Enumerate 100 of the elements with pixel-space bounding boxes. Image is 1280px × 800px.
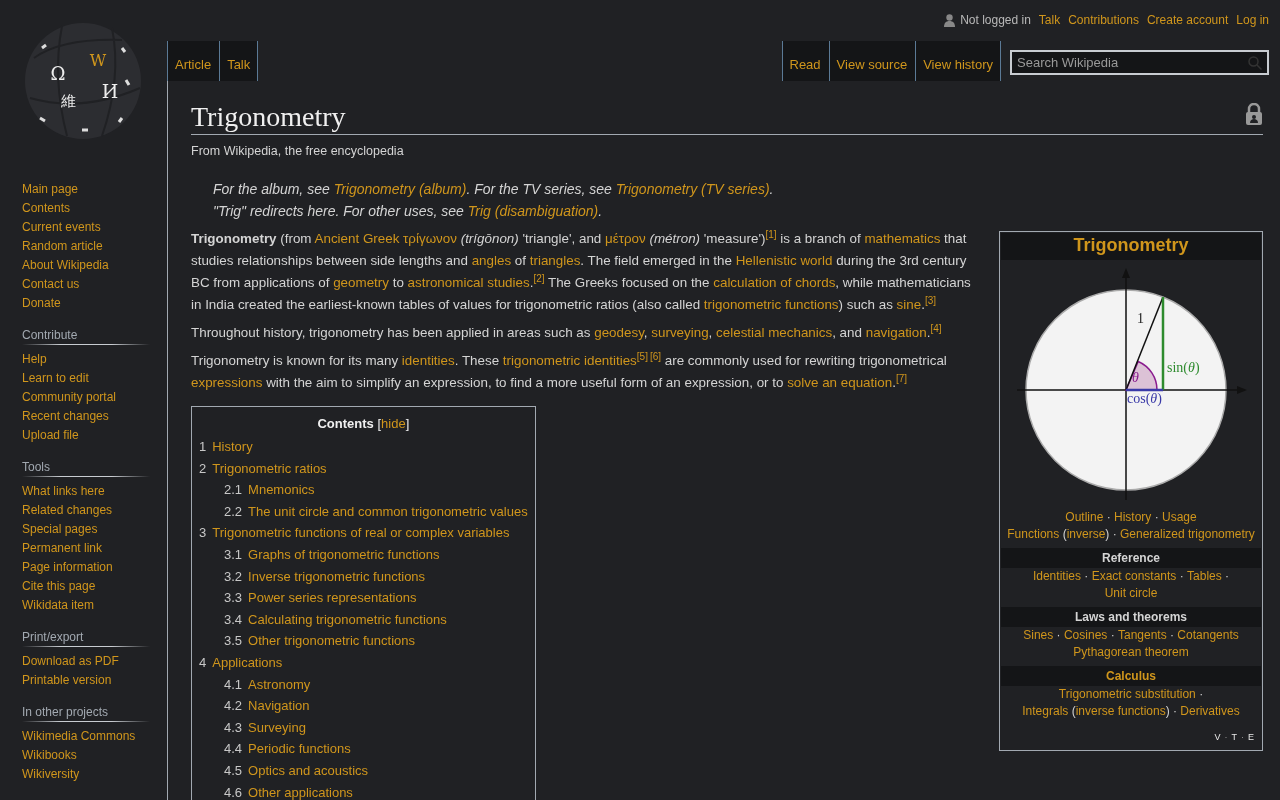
sidebar-link[interactable]: Download as PDF — [22, 652, 149, 671]
toggle-link[interactable]: [hide] — [377, 416, 410, 431]
sidebar-link[interactable]: Printable version — [22, 671, 149, 690]
search-field[interactable]: Search Wikipedia — [1010, 50, 1269, 75]
link[interactable]: Generalized trigonometry — [1120, 526, 1255, 543]
toc-entry[interactable]: 4 Applications — [199, 654, 283, 670]
page-tab[interactable]: Article — [167, 41, 220, 81]
view-tab[interactable]: View history — [915, 41, 1001, 81]
sidebar-link[interactable]: Permanent link — [22, 539, 149, 558]
link[interactable]: Trig (disambiguation) — [467, 203, 599, 219]
toc-entry[interactable]: 4.6 Other applications — [224, 784, 353, 800]
lock-icon[interactable] — [1245, 103, 1263, 125]
sidebar-link[interactable]: About Wikipedia — [22, 256, 149, 275]
personal-link[interactable]: Contributions — [1068, 13, 1139, 27]
link[interactable]: Pythagorean theorem — [1073, 644, 1189, 661]
reference-link[interactable]: [6] — [649, 350, 662, 362]
sidebar-link[interactable]: Help — [22, 350, 149, 369]
sidebar-link[interactable]: Current events — [22, 218, 149, 237]
link[interactable]: Cotangents — [1177, 627, 1239, 644]
view-tab[interactable]: View source — [828, 41, 916, 81]
link[interactable]: μέτρον — [605, 231, 646, 246]
toc-entry[interactable]: 3.5 Other trigonometric functions — [224, 633, 415, 649]
link[interactable]: Cosines — [1063, 627, 1108, 644]
toc-entry[interactable]: 1 History — [199, 439, 253, 454]
link[interactable]: Sines — [1023, 627, 1054, 644]
toc-entry[interactable]: 3.2 Inverse trigonometric functions — [224, 568, 426, 584]
toc-entry[interactable]: 3.4 Calculating trigonometric functions — [224, 611, 447, 627]
personal-link[interactable]: Log in — [1236, 13, 1269, 27]
navbox-link[interactable]: V — [1214, 732, 1222, 743]
sidebar-link[interactable]: Related changes — [22, 501, 149, 520]
link[interactable]: surveying — [651, 325, 709, 340]
link[interactable]: angles — [471, 253, 512, 268]
link[interactable]: Trigonometric substitution — [1058, 686, 1196, 703]
link[interactable]: Exact constants — [1091, 568, 1177, 585]
personal-link[interactable]: Talk — [1038, 13, 1061, 27]
navbox-link[interactable]: T — [1231, 732, 1238, 743]
reference-link[interactable]: [4] — [930, 322, 942, 334]
link[interactable]: Trigonometry (album) — [333, 181, 467, 197]
link[interactable]: inverse — [1066, 526, 1106, 543]
toc-entry[interactable]: 2.1 Mnemonics — [224, 482, 315, 498]
link[interactable]: identities — [401, 353, 455, 368]
link[interactable]: sine — [896, 297, 922, 312]
view-tab[interactable]: Read — [781, 41, 829, 81]
reference-link[interactable]: [5] — [636, 350, 648, 362]
toc-entry[interactable]: 4.4 Periodic functions — [224, 741, 351, 757]
sidebar-link[interactable]: Cite this page — [22, 577, 149, 596]
sidebar-link[interactable]: Contents — [22, 199, 149, 218]
sidebar-link[interactable]: Wikidata item — [22, 596, 149, 615]
sidebar-link[interactable]: Wikimedia Commons — [22, 727, 149, 746]
toc-entry[interactable]: 2.2 The unit circle and common trigonometric values — [224, 503, 528, 519]
link[interactable]: Integrals — [1022, 703, 1069, 720]
toc-entry[interactable]: 2 Trigonometric ratios — [199, 460, 327, 476]
toc-entry[interactable]: 4.5 Optics and acoustics — [224, 762, 369, 778]
sidebar-link[interactable]: Learn to edit — [22, 369, 149, 388]
link[interactable]: Usage — [1162, 509, 1197, 526]
toc-entry[interactable]: 3.3 Power series representations — [224, 590, 417, 606]
link[interactable]: History — [1114, 509, 1152, 526]
link[interactable]: Derivatives — [1180, 703, 1240, 720]
reference-link[interactable]: [3] — [924, 294, 937, 306]
link[interactable]: mathematics — [864, 231, 941, 246]
sidebar-link[interactable]: Donate — [22, 294, 149, 313]
toc-entry[interactable]: 4.2 Navigation — [224, 698, 310, 714]
sidebar-link[interactable]: Wikibooks — [22, 746, 149, 765]
link[interactable]: Unit circle — [1104, 585, 1158, 602]
link[interactable]: Hellenistic world — [735, 253, 833, 268]
link[interactable]: astronomical studies — [407, 275, 530, 290]
sidebar-link[interactable]: Upload file — [22, 426, 149, 445]
link[interactable]: trigonometric functions — [703, 297, 839, 312]
toc-entry[interactable]: 3.1 Graphs of trigonometric functions — [224, 546, 440, 562]
navbox-link[interactable]: E — [1248, 732, 1255, 743]
link[interactable]: trigonometric identities — [502, 353, 637, 368]
link[interactable]: Identities — [1032, 568, 1081, 585]
toc-entry[interactable]: 4.3 Surveying — [224, 719, 306, 735]
reference-link[interactable]: [2] — [533, 272, 545, 284]
link[interactable]: expressions — [191, 375, 263, 390]
sidebar-link[interactable]: Contact us — [22, 275, 149, 294]
link[interactable]: inverse functions — [1075, 703, 1166, 720]
link[interactable]: Trigonometry (TV series) — [615, 181, 770, 197]
reference-link[interactable]: [1] — [765, 228, 777, 240]
page-tab[interactable]: Talk — [219, 41, 259, 81]
personal-link[interactable]: Create account — [1146, 13, 1229, 27]
link[interactable]: Tangents — [1118, 627, 1167, 644]
link[interactable]: Tables — [1187, 568, 1222, 585]
link[interactable]: Ancient Greek τρίγωνον — [314, 231, 457, 246]
infobox-heading[interactable]: Calculus — [1001, 666, 1261, 686]
sidebar-link[interactable]: What links here — [22, 482, 149, 501]
link[interactable]: navigation — [865, 325, 927, 340]
sidebar-link[interactable]: Community portal — [22, 388, 149, 407]
sidebar-link[interactable]: Wikiversity — [22, 765, 149, 784]
link[interactable]: geometry — [333, 275, 389, 290]
link[interactable]: Outline — [1065, 509, 1104, 526]
link[interactable]: geodesy — [594, 325, 644, 340]
link[interactable]: Functions — [1007, 526, 1060, 543]
sidebar-link[interactable]: Recent changes — [22, 407, 149, 426]
sidebar-link[interactable]: Special pages — [22, 520, 149, 539]
toc-entry[interactable]: 3 Trigonometric functions of real or complex variables — [199, 525, 510, 541]
sidebar-link[interactable]: Random article — [22, 237, 149, 256]
toc-entry[interactable]: 4.1 Astronomy — [224, 676, 311, 692]
reference-link[interactable]: [7] — [895, 372, 907, 384]
sidebar-link[interactable]: Main page — [22, 180, 149, 199]
